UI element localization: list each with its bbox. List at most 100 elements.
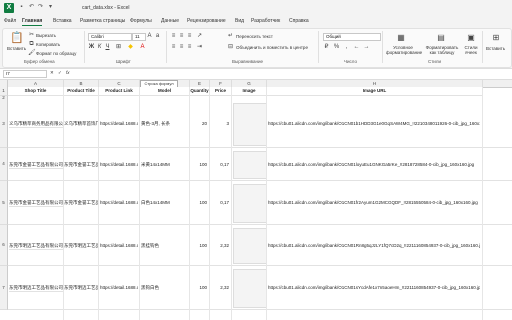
name-box[interactable]: I7 xyxy=(3,70,47,78)
insert-cells-icon[interactable]: ⊞ xyxy=(491,33,501,43)
row-header[interactable]: 6 xyxy=(0,225,8,266)
conditional-format-button[interactable]: Условное форматирование xyxy=(386,45,422,55)
tab-review[interactable]: Рецензирование xyxy=(187,18,226,24)
header-cell-price[interactable]: Price xyxy=(210,87,232,96)
tab-insert[interactable]: Вставка xyxy=(53,18,72,24)
copy-icon[interactable]: ⧉ xyxy=(28,41,35,48)
price-cell[interactable]: 2,32 xyxy=(210,243,229,248)
format-painter-icon[interactable]: 🖌 xyxy=(28,50,36,57)
cancel-icon[interactable]: ✕ xyxy=(50,70,54,76)
format-table-button[interactable]: Форматировать как таблицу xyxy=(424,45,460,55)
product-image[interactable] xyxy=(233,151,267,179)
price-cell[interactable]: 3 xyxy=(210,121,229,126)
header-cell-model[interactable]: Model xyxy=(140,87,190,96)
format-painter-button[interactable]: Формат по образцу xyxy=(36,51,76,56)
cell-styles-button[interactable]: Стили ячеек xyxy=(462,45,480,55)
image-url-cell[interactable]: https://cbu01.alicdn.com/img/ibank/O1CN0… xyxy=(268,200,480,205)
row-header[interactable]: 7 xyxy=(0,266,8,310)
product-link-cell[interactable]: https://detail.1688.co xyxy=(100,285,138,290)
header-cell-image[interactable]: Image xyxy=(232,87,267,96)
fx-icon[interactable]: fx xyxy=(66,70,70,75)
header-cell-product-link[interactable]: Product Link xyxy=(99,87,140,96)
borders-icon[interactable]: ⊞ xyxy=(115,44,122,51)
model-cell[interactable]: 黄色-3月, 长条 xyxy=(141,121,189,127)
wrap-text-button[interactable]: Переносить текст xyxy=(236,34,273,39)
wrap-text-icon[interactable]: ↵ xyxy=(227,33,234,40)
price-cell[interactable]: 0,17 xyxy=(210,200,229,205)
price-cell[interactable]: 2,32 xyxy=(210,285,229,290)
increase-font-icon[interactable]: A xyxy=(146,33,153,40)
product-image[interactable] xyxy=(233,184,267,223)
conditional-format-icon[interactable]: ▦ xyxy=(396,33,406,43)
cell-styles-icon[interactable]: ▣ xyxy=(466,33,476,43)
row-header[interactable]: 4 xyxy=(0,148,8,181)
redo-icon[interactable]: ↷ xyxy=(37,4,44,11)
quantity-cell[interactable]: 100 xyxy=(190,243,207,248)
tab-view[interactable]: Вид xyxy=(235,18,244,24)
format-table-icon[interactable]: ▤ xyxy=(436,33,446,43)
decrease-font-icon[interactable]: a xyxy=(154,33,161,40)
row-header[interactable]: 3 xyxy=(0,100,8,148)
merge-icon[interactable]: ⊟ xyxy=(227,44,234,51)
header-cell-quantity[interactable]: Quantity xyxy=(190,87,210,96)
font-name-select[interactable]: Calibri xyxy=(88,33,132,41)
underline-icon[interactable]: Ч xyxy=(104,44,111,51)
undo-icon[interactable]: ↶ xyxy=(28,4,35,11)
product-title-cell[interactable]: 东莞市明迈工艺品有限公司 xyxy=(64,243,98,249)
fill-color-icon[interactable]: ◆ xyxy=(127,44,134,51)
decrease-decimal-icon[interactable]: → xyxy=(363,44,370,51)
shop-title-cell[interactable]: 东莞市金誉工艺品有限公司 xyxy=(9,200,64,207)
align-bottom-icon[interactable]: ≡ xyxy=(186,33,193,40)
font-size-select[interactable]: 11 xyxy=(132,33,146,41)
model-cell[interactable]: 黑钩白色 xyxy=(141,285,189,291)
product-title-cell[interactable]: 义乌市精萃首饰厂 xyxy=(64,121,98,127)
formula-input[interactable] xyxy=(76,69,510,77)
merge-center-button[interactable]: Объединить и поместить в центре xyxy=(236,45,308,50)
percent-icon[interactable]: % xyxy=(333,44,340,51)
product-link-cell[interactable]: https://detail.1688.co xyxy=(100,121,138,126)
tab-developer[interactable]: Разработчик xyxy=(251,18,280,24)
product-image[interactable] xyxy=(233,103,267,146)
increase-decimal-icon[interactable]: ← xyxy=(353,44,360,51)
model-cell[interactable]: 米黄14x14MM xyxy=(141,162,189,168)
product-image[interactable] xyxy=(233,228,267,264)
align-right-icon[interactable]: ≡ xyxy=(186,44,193,51)
shop-title-cell[interactable]: 东莞市明迈工艺品有限公司 xyxy=(9,285,64,292)
model-cell[interactable]: 黑挂钩色 xyxy=(141,243,189,249)
bold-icon[interactable]: Ж xyxy=(88,44,95,51)
row-header[interactable]: 5 xyxy=(0,181,8,225)
image-url-cell[interactable]: https://cbu01.alicdn.com/img/ibank/O1CN0… xyxy=(268,162,480,167)
product-link-cell[interactable]: https://detail.1688.co xyxy=(100,162,138,167)
price-cell[interactable]: 0,17 xyxy=(210,162,229,167)
quantity-cell[interactable]: 100 xyxy=(190,200,207,205)
image-url-cell[interactable]: https://cbu01.alicdn.com/img/ibank/O1CN0… xyxy=(268,285,480,290)
align-top-icon[interactable]: ≡ xyxy=(170,33,177,40)
save-icon[interactable]: ▪ xyxy=(18,4,25,11)
font-color-icon[interactable]: A xyxy=(139,44,146,51)
insert-cells-button[interactable]: Вставить xyxy=(486,46,505,51)
copy-button[interactable]: Копировать xyxy=(36,42,60,47)
header-cell-shop-title[interactable]: Shop Title xyxy=(8,87,64,96)
header-cell-image-url[interactable]: Image URL xyxy=(267,87,483,96)
thousands-icon[interactable]: , xyxy=(343,44,350,51)
orientation-icon[interactable]: ↗ xyxy=(196,33,203,40)
product-image[interactable] xyxy=(233,269,267,308)
align-middle-icon[interactable]: ≡ xyxy=(178,33,185,40)
tab-page-layout[interactable]: Разметка страницы xyxy=(80,18,125,24)
tab-formulas[interactable]: Формулы xyxy=(130,18,152,24)
shop-title-cell[interactable]: 义乌市精萃商务用品有限公司 xyxy=(9,121,64,128)
align-left-icon[interactable]: ≡ xyxy=(170,44,177,51)
indent-icon[interactable]: ⇥ xyxy=(196,44,203,51)
product-title-cell[interactable]: 东莞市金誉工艺品有限公司 xyxy=(64,200,98,206)
product-link-cell[interactable]: https://detail.1688.co xyxy=(100,243,138,248)
shop-title-cell[interactable]: 东莞市金誉工艺品有限公司 xyxy=(9,161,64,169)
customize-icon[interactable]: ▾ xyxy=(47,4,54,11)
quantity-cell[interactable]: 100 xyxy=(190,162,207,167)
currency-icon[interactable]: ₽ xyxy=(323,44,330,51)
quantity-cell[interactable]: 100 xyxy=(190,285,207,290)
image-url-cell[interactable]: https://cbu01.alicdn.com/img/ibank/O1CN0… xyxy=(268,243,480,248)
align-center-icon[interactable]: ≡ xyxy=(178,44,185,51)
italic-icon[interactable]: К xyxy=(96,44,103,51)
cut-button[interactable]: Вырезать xyxy=(36,33,56,38)
confirm-icon[interactable]: ✓ xyxy=(58,70,62,76)
